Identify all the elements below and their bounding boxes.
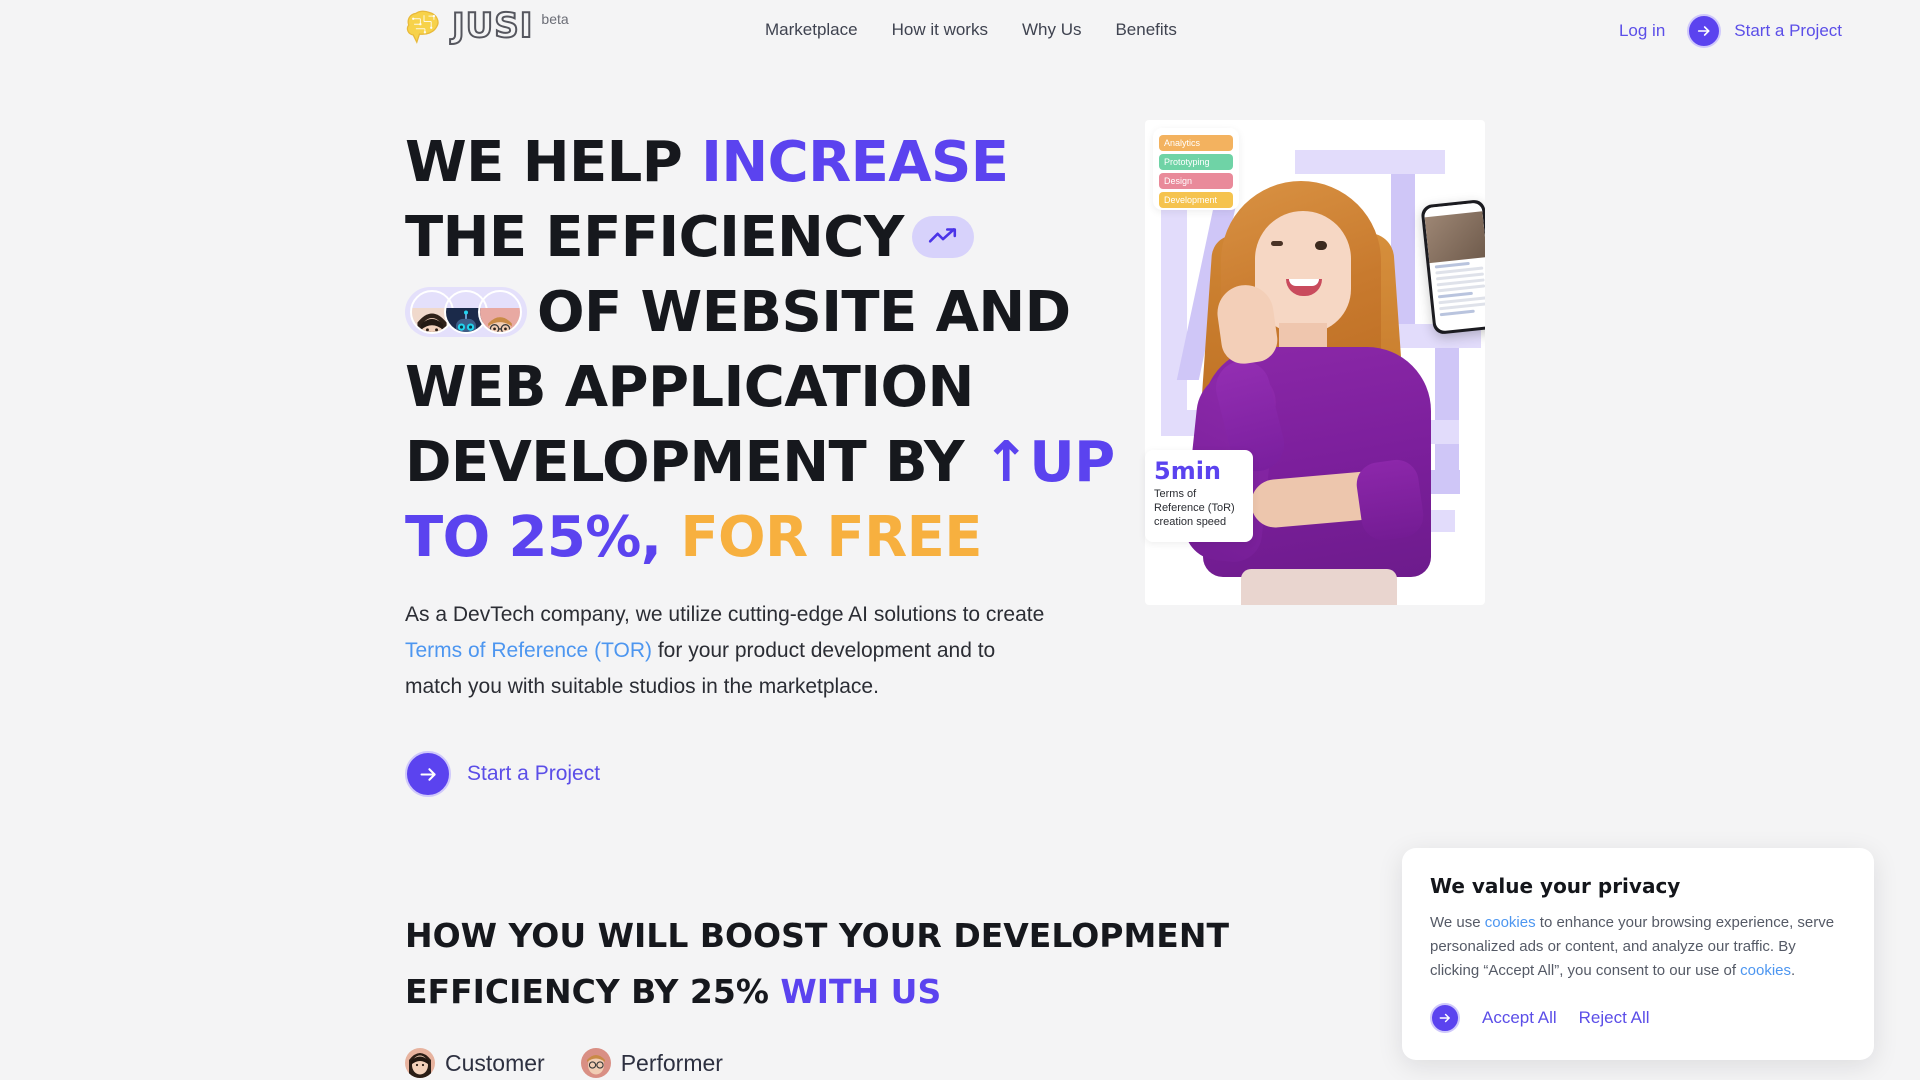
header-actions: Log in Start a Project — [1619, 14, 1842, 48]
hero-start-project-label: Start a Project — [467, 762, 601, 785]
man-avatar — [478, 289, 522, 334]
hero-headline: WE HELP INCREASE THE EFFICIENCY OF WEBSI… — [405, 125, 1115, 575]
tag-development: Development — [1159, 192, 1233, 208]
cookies-link-1[interactable]: cookies — [1485, 914, 1536, 931]
boost-section: HOW YOU WILL BOOST YOUR DEVELOPMENT EFFI… — [405, 908, 1305, 1078]
role-tabs: Customer Performer — [405, 1048, 1305, 1078]
headline-line-5: DEVELOPMENT BY ↑UP — [405, 425, 1115, 500]
arrow-right-icon — [405, 751, 451, 797]
headline-text-we-help: WE HELP — [405, 130, 702, 195]
tab-performer-label: Performer — [620, 1049, 723, 1076]
tab-performer[interactable]: Performer — [580, 1048, 723, 1078]
hero-start-project-button[interactable]: Start a Project — [405, 751, 600, 797]
headline-line-4: WEB APPLICATION — [405, 355, 974, 420]
tag-prototyping: Prototyping — [1159, 154, 1233, 170]
service-tags-card: Analytics Prototyping Design Development — [1153, 128, 1239, 210]
header-start-project-button[interactable]: Start a Project — [1687, 14, 1842, 48]
cookie-actions: Accept All Reject All — [1430, 1003, 1846, 1033]
headline-text-to-25: TO 25% — [405, 505, 641, 570]
headline-text-increase: INCREASE — [701, 130, 1009, 195]
tor-speed-value: 5min — [1154, 457, 1222, 485]
accept-all-button[interactable]: Accept All — [1482, 1008, 1557, 1028]
tor-link[interactable]: Terms of Reference (TOR) — [405, 639, 652, 662]
tag-analytics: Analytics — [1159, 135, 1233, 151]
nav-item-marketplace[interactable]: Marketplace — [765, 20, 858, 40]
hero-copy: WE HELP INCREASE THE EFFICIENCY OF WEBSI… — [405, 125, 1115, 797]
nav-item-why-us[interactable]: Why Us — [1022, 20, 1082, 40]
hero-subtext-part1: As a DevTech company, we utilize cutting… — [405, 603, 1045, 626]
boost-title-with-us: WITH US — [780, 972, 942, 1011]
headline-text-development: DEVELOPMENT BY — [405, 430, 983, 495]
tor-speed-card: 5min Terms of Reference (ToR) creation s… — [1145, 450, 1253, 542]
headline-text-up: ↑UP — [982, 430, 1115, 495]
logo[interactable]: JUSI beta — [404, 6, 569, 46]
site-header: JUSI beta Marketplace How it works Why U… — [0, 0, 1920, 62]
hero-subtext: As a DevTech company, we utilize cutting… — [405, 597, 1045, 705]
cookie-body-part1: We use — [1430, 914, 1485, 931]
boost-section-title: HOW YOU WILL BOOST YOUR DEVELOPMENT EFFI… — [405, 908, 1305, 1020]
main-nav: Marketplace How it works Why Us Benefits — [765, 20, 1177, 40]
trending-up-icon — [911, 215, 974, 258]
hero-illustration: Analytics Prototyping Design Development… — [1145, 120, 1485, 605]
header-start-project-label: Start a Project — [1734, 21, 1842, 40]
cookie-title: We value your privacy — [1430, 874, 1681, 898]
headline-line-3: OF WEBSITE AND — [405, 275, 1071, 350]
nav-item-how-it-works[interactable]: How it works — [892, 20, 988, 40]
headline-line-1: WE HELP INCREASE — [405, 125, 1065, 200]
cookie-body: We use cookies to enhance your browsing … — [1430, 911, 1846, 983]
cookies-link-2[interactable]: cookies — [1740, 962, 1791, 979]
login-link[interactable]: Log in — [1619, 21, 1665, 41]
headline-line-2: THE EFFICIENCY — [405, 200, 1065, 275]
headline-text-efficiency: THE EFFICIENCY — [405, 205, 904, 270]
beta-badge: beta — [541, 11, 569, 27]
headline-text-for-free: FOR FREE — [680, 505, 982, 570]
cookie-body-part3: . — [1791, 962, 1796, 979]
avatar-group — [405, 286, 527, 337]
arrow-right-icon — [1687, 14, 1722, 48]
tor-speed-description: Terms of Reference (ToR) creation speed — [1154, 488, 1235, 528]
headline-text-of-website: OF WEBSITE AND — [537, 280, 1071, 345]
headline-line-6: TO 25%, FOR FREE — [405, 500, 1065, 575]
page-root: JUSI beta Marketplace How it works Why U… — [0, 0, 1920, 1080]
performer-avatar — [580, 1048, 611, 1078]
tag-design: Design — [1159, 173, 1233, 189]
tab-customer-label: Customer — [445, 1049, 545, 1076]
cookie-consent-banner: We value your privacy We use cookies to … — [1402, 848, 1874, 1060]
headline-comma: , — [640, 505, 662, 570]
tab-customer[interactable]: Customer — [405, 1048, 545, 1078]
arrow-right-icon — [1430, 1003, 1460, 1033]
reject-all-button[interactable]: Reject All — [1579, 1008, 1650, 1028]
nav-item-benefits[interactable]: Benefits — [1115, 20, 1176, 40]
customer-avatar — [405, 1048, 435, 1078]
brain-icon — [404, 8, 444, 44]
logo-wordmark: JUSI — [451, 6, 534, 46]
